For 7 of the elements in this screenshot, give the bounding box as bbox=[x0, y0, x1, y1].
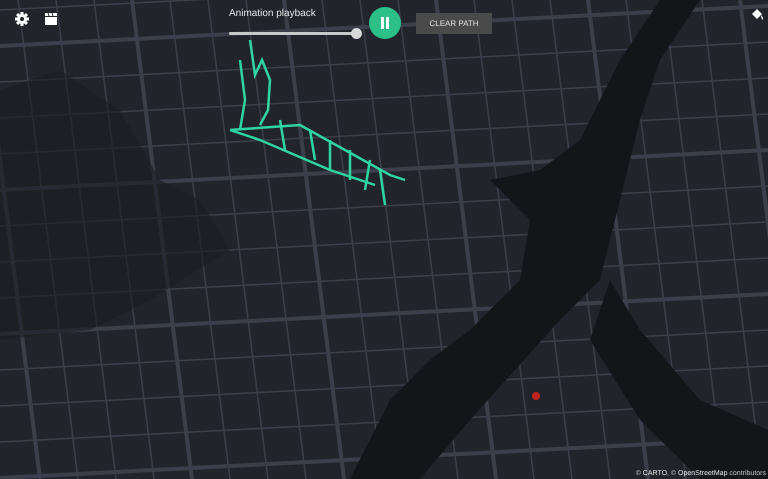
pause-icon bbox=[380, 17, 390, 29]
settings-icon[interactable] bbox=[14, 11, 30, 27]
clear-path-button[interactable]: CLEAR PATH bbox=[416, 13, 492, 34]
slider-label: Animation playback bbox=[229, 8, 317, 19]
location-marker bbox=[532, 392, 540, 400]
playback-slider[interactable] bbox=[229, 28, 359, 39]
clapperboard-icon[interactable] bbox=[43, 11, 59, 27]
